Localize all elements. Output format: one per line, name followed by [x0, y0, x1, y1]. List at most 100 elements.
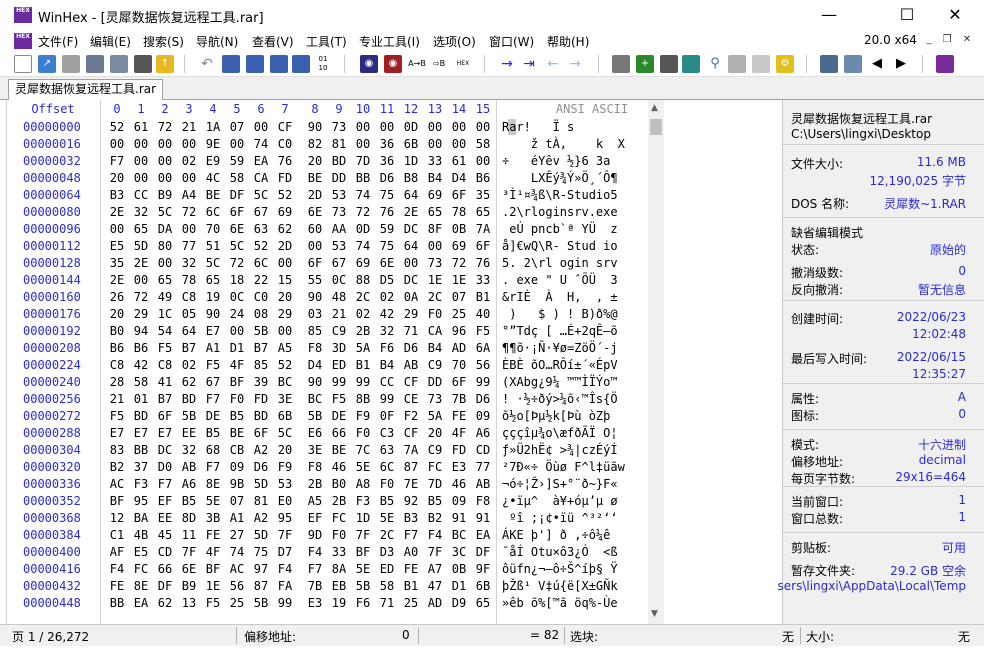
hex-byte[interactable]: 1C [154, 306, 176, 323]
table-row[interactable]: 00000432 FE 8E DF B9 1E 56 87 FA 7B EB 5B 58 B1 47 D1 6B… [7, 578, 647, 595]
open-disk-icon[interactable]: + [636, 55, 654, 73]
find-again-icon[interactable]: HEX [454, 55, 472, 73]
hex-byte[interactable]: 39 [250, 374, 272, 391]
hex-byte[interactable]: 7F [274, 527, 296, 544]
hex-byte[interactable]: 20 [106, 306, 128, 323]
menu-edit[interactable]: 编辑(E) [90, 33, 131, 50]
hex-byte[interactable]: 3B [202, 510, 224, 527]
hex-byte[interactable]: B2 [424, 510, 446, 527]
hex-byte[interactable]: 6F [250, 425, 272, 442]
ansi-text[interactable]: 5. 2\rl ogin srv [502, 255, 642, 272]
ansi-text[interactable]: ¬ó÷¦Ž›]S+°¨ð~}F« [502, 476, 642, 493]
hex-byte[interactable]: A0 [400, 544, 422, 561]
ansi-text[interactable]: . exe " U ˆÕÜ 3 [502, 272, 642, 289]
hex-byte[interactable]: BF [106, 493, 128, 510]
new-file-icon[interactable] [14, 55, 32, 73]
hex-byte[interactable]: F7 [106, 153, 128, 170]
hex-byte[interactable]: 5D [130, 238, 152, 255]
print-icon[interactable] [86, 55, 104, 73]
hex-byte[interactable]: 08 [250, 306, 272, 323]
menu-file[interactable]: 文件(F) [38, 33, 78, 50]
menu-help[interactable]: 帮助(H) [547, 33, 589, 50]
hex-byte[interactable]: C1 [106, 527, 128, 544]
hex-byte[interactable]: 90 [304, 119, 326, 136]
hex-byte[interactable]: 41 [154, 374, 176, 391]
hex-byte[interactable]: FC [130, 561, 152, 578]
hex-byte[interactable]: 6F [154, 408, 176, 425]
hex-byte[interactable]: 00 [178, 136, 200, 153]
hex-byte[interactable]: BB [352, 170, 374, 187]
hex-byte[interactable]: 00 [424, 119, 446, 136]
hex-byte[interactable]: F3 [130, 476, 152, 493]
ansi-text[interactable]: þŽß¹ V‡ú{ë[X±GÑk [502, 578, 642, 595]
paste-block-icon[interactable] [270, 55, 288, 73]
copy-icon[interactable] [222, 55, 240, 73]
hex-byte[interactable]: A7 [424, 561, 446, 578]
hex-byte[interactable]: 0C [226, 289, 248, 306]
hex-byte[interactable]: 73 [328, 119, 350, 136]
hex-byte[interactable]: 85 [250, 357, 272, 374]
hex-byte[interactable]: B4 [376, 357, 398, 374]
hex-byte[interactable]: 25 [400, 595, 422, 612]
hex-byte[interactable]: 61 [130, 119, 152, 136]
hex-byte[interactable]: 6B [472, 578, 494, 595]
hex-byte[interactable]: B9 [178, 578, 200, 595]
hex-byte[interactable]: 00 [226, 136, 248, 153]
hex-byte[interactable]: F5 [106, 408, 128, 425]
hex-byte[interactable]: 95 [274, 510, 296, 527]
hex-byte[interactable]: 52 [250, 238, 272, 255]
hex-byte[interactable]: 69 [352, 255, 374, 272]
case-icon[interactable] [844, 55, 862, 73]
hex-byte[interactable]: 66 [154, 561, 176, 578]
hex-byte[interactable]: 7A [400, 442, 422, 459]
hex-byte[interactable]: F7 [400, 527, 422, 544]
hex-byte[interactable]: DA [154, 221, 176, 238]
hex-byte[interactable]: 9D [304, 527, 326, 544]
hex-byte[interactable]: D1 [226, 340, 248, 357]
hex-byte[interactable]: DF [154, 578, 176, 595]
hex-byte[interactable]: B5 [226, 408, 248, 425]
hex-byte[interactable]: 6B [274, 408, 296, 425]
hex-byte[interactable]: 5B [250, 323, 272, 340]
hex-byte[interactable]: 75 [250, 544, 272, 561]
hex-byte[interactable]: C0 [274, 136, 296, 153]
hex-byte[interactable]: BE [304, 170, 326, 187]
undo-icon[interactable]: ↶ [198, 55, 216, 73]
hex-byte[interactable]: 29 [400, 306, 422, 323]
settings-icon[interactable]: ⚙ [776, 55, 794, 73]
hex-byte[interactable]: 0B [448, 561, 470, 578]
hex-byte[interactable]: AD [424, 595, 446, 612]
hex-byte[interactable]: 2E [106, 272, 128, 289]
hex-byte[interactable]: 3D [328, 340, 350, 357]
hex-byte[interactable]: 8B [352, 391, 374, 408]
hex-byte[interactable]: 2D [304, 187, 326, 204]
hex-byte[interactable]: 65 [202, 272, 224, 289]
hex-byte[interactable]: 42 [130, 357, 152, 374]
hex-byte[interactable]: AB [472, 476, 494, 493]
hex-byte[interactable]: CC [130, 187, 152, 204]
hex-byte[interactable]: E7 [154, 425, 176, 442]
hex-byte[interactable]: 2C [376, 527, 398, 544]
hex-byte[interactable]: F7 [304, 561, 326, 578]
hex-byte[interactable]: 92 [400, 493, 422, 510]
hex-byte[interactable]: 60 [304, 221, 326, 238]
hex-byte[interactable]: 2E [130, 255, 152, 272]
hex-byte[interactable]: B5 [178, 493, 200, 510]
hex-byte[interactable]: 59 [226, 153, 248, 170]
hex-byte[interactable]: BF [226, 374, 248, 391]
table-row[interactable]: 00000160 26 72 49 C8 19 0C C0 20 90 48 2C 02 0A 2C 07 B1… [7, 289, 647, 306]
hex-byte[interactable]: 6E [226, 221, 248, 238]
hex-byte[interactable]: A2 [250, 510, 272, 527]
hex-byte[interactable]: 27 [226, 527, 248, 544]
hex-byte[interactable]: 58 [130, 374, 152, 391]
hex-byte[interactable]: 5B [304, 408, 326, 425]
maximize-button[interactable]: ☐ [884, 0, 930, 31]
hex-byte[interactable]: 6F [448, 187, 470, 204]
hex-byte[interactable]: 7D [424, 476, 446, 493]
hex-byte[interactable]: C8 [178, 289, 200, 306]
hex-byte[interactable]: CF [400, 374, 422, 391]
hex-byte[interactable]: 7A [472, 221, 494, 238]
hex-byte[interactable]: 72 [226, 255, 248, 272]
menu-view[interactable]: 查看(V) [252, 33, 294, 50]
hex-byte[interactable]: 7B [448, 391, 470, 408]
